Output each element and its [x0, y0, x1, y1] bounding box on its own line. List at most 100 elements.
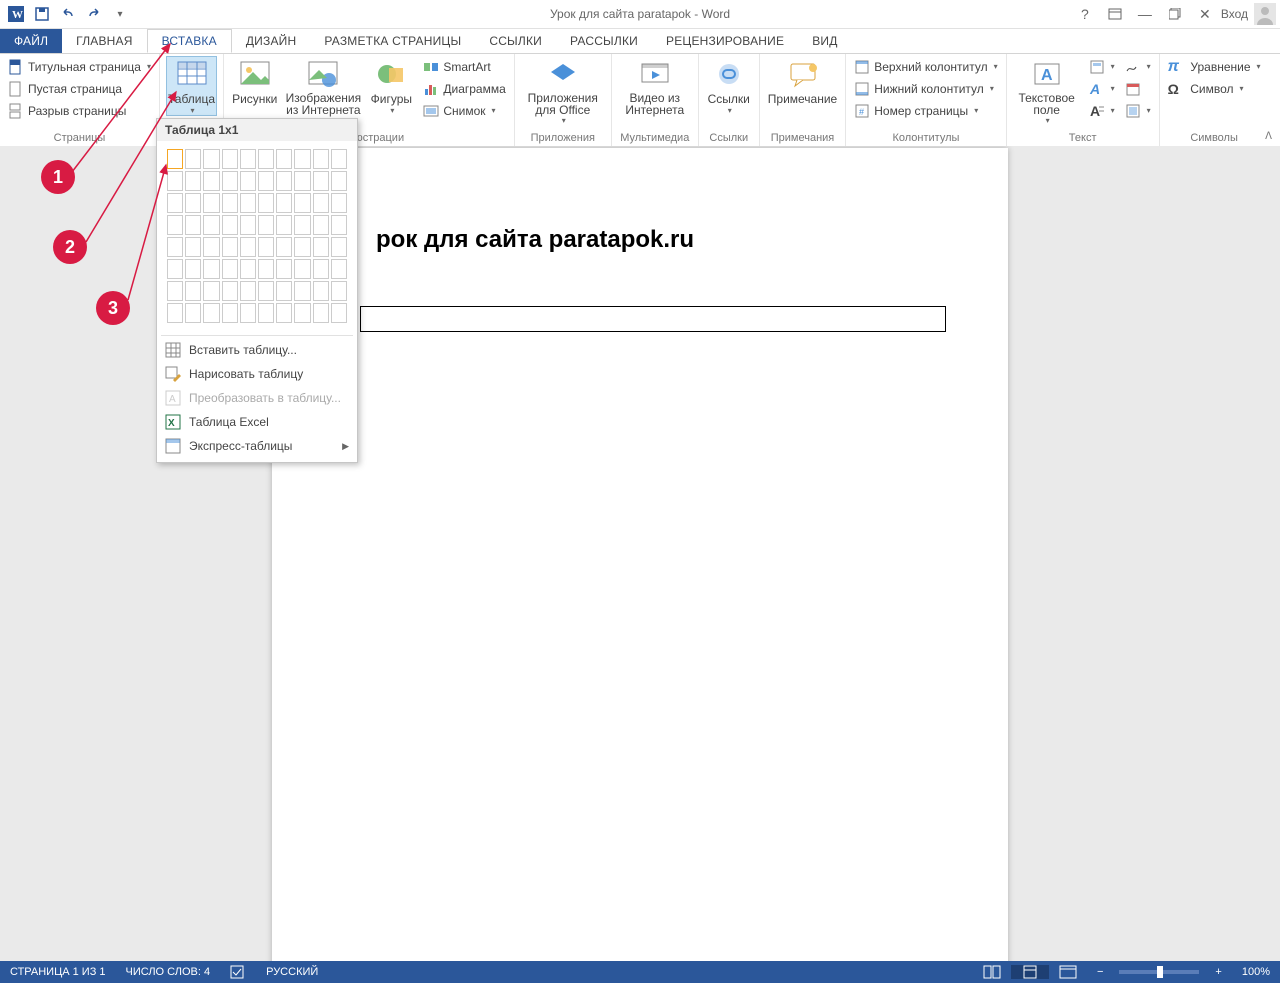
quick-tables-icon	[165, 438, 181, 454]
equation-label: Уравнение	[1190, 60, 1250, 74]
group-comments-label: Примечания	[766, 130, 839, 146]
quick-tables-item[interactable]: Экспресс-таблицы▶	[157, 434, 357, 458]
status-language[interactable]: РУССКИЙ	[256, 961, 328, 983]
svg-text:A: A	[1090, 103, 1100, 119]
svg-text:#: #	[859, 107, 864, 117]
convert-table-item: AПреобразовать в таблицу...	[157, 386, 357, 410]
svg-text:A: A	[1041, 67, 1053, 84]
smartart-label: SmartArt	[443, 60, 490, 74]
datetime-button[interactable]	[1123, 78, 1153, 99]
zoom-in-button[interactable]: +	[1205, 966, 1231, 978]
comment-label: Примечание	[768, 92, 837, 106]
object-button[interactable]: ▾	[1123, 100, 1153, 121]
chart-button[interactable]: Диаграмма	[421, 78, 507, 99]
collapse-ribbon-button[interactable]: ᐱ	[1265, 131, 1272, 142]
links-label: Ссылки	[708, 92, 750, 106]
statusbar: СТРАНИЦА 1 ИЗ 1 ЧИСЛО СЛОВ: 4 РУССКИЙ − …	[0, 961, 1280, 983]
excel-table-item[interactable]: X Таблица Excel	[157, 410, 357, 434]
screenshot-button[interactable]: Снимок▾	[421, 100, 507, 121]
tab-view[interactable]: ВИД	[798, 29, 851, 53]
convert-icon: A	[165, 390, 181, 406]
svg-text:A: A	[169, 394, 176, 405]
page[interactable]: рок для сайта paratapok.ru	[272, 148, 1008, 961]
quickparts-button[interactable]: ▾	[1087, 56, 1117, 77]
annotation-2: 2	[53, 230, 87, 264]
status-proofing[interactable]	[220, 961, 256, 983]
group-media-label: Мультимедиа	[618, 130, 692, 146]
draw-table-item[interactable]: Нарисовать таблицу	[157, 362, 357, 386]
shapes-button[interactable]: Фигуры▾	[367, 56, 415, 115]
status-words[interactable]: ЧИСЛО СЛОВ: 4	[116, 961, 221, 983]
group-apps-label: Приложения	[521, 130, 605, 146]
group-symbols-label: Символы	[1166, 130, 1263, 146]
close-button[interactable]: ✕	[1191, 3, 1219, 25]
online-pictures-label: Изображения из Интернета	[286, 92, 361, 116]
insert-table-label: Вставить таблицу...	[189, 343, 297, 357]
tab-layout[interactable]: РАЗМЕТКА СТРАНИЦЫ	[310, 29, 475, 53]
smartart-button[interactable]: SmartArt	[421, 56, 507, 77]
group-headerfooter-label: Колонтитулы	[852, 130, 999, 146]
view-print-button[interactable]	[1011, 965, 1049, 979]
symbol-button[interactable]: Ω Символ▾	[1166, 78, 1263, 99]
group-headerfooter: Верхний колонтитул▾ Нижний колонтитул▾ #…	[846, 54, 1006, 146]
group-text-label: Текст	[1013, 130, 1153, 146]
group-text: AТекстовое поле▾ ▾ A▾ A▾ ▾ ▾ Текст	[1007, 54, 1160, 146]
online-picture-icon	[307, 58, 339, 90]
wordart-button[interactable]: A▾	[1087, 78, 1117, 99]
tab-review[interactable]: РЕЦЕНЗИРОВАНИЕ	[652, 29, 798, 53]
link-icon	[713, 58, 745, 90]
insert-table-item[interactable]: Вставить таблицу...	[157, 338, 357, 362]
zoom-level[interactable]: 100%	[1232, 966, 1280, 978]
dropcap-button[interactable]: A▾	[1087, 100, 1117, 121]
office-apps-label: Приложения для Office	[523, 92, 603, 116]
screenshot-label: Снимок	[443, 104, 485, 118]
shapes-icon	[375, 58, 407, 90]
annotation-3: 3	[96, 291, 130, 325]
comment-icon	[787, 58, 819, 90]
comment-button[interactable]: Примечание	[766, 56, 839, 106]
help-button[interactable]: ?	[1071, 3, 1099, 25]
zoom-out-button[interactable]: −	[1087, 966, 1113, 978]
online-pictures-button[interactable]: Изображения из Интернета	[285, 56, 361, 116]
ribbon-display-button[interactable]	[1101, 3, 1129, 25]
symbol-label: Символ	[1190, 82, 1233, 96]
annotation-1: 1	[41, 160, 75, 194]
signature-button[interactable]: ▾	[1123, 56, 1153, 77]
group-comments: Примечание Примечания	[760, 54, 846, 146]
document-heading: рок для сайта paratapok.ru	[376, 226, 694, 254]
draw-table-icon	[165, 366, 181, 382]
insert-table-icon	[165, 342, 181, 358]
login-label[interactable]: Вход	[1221, 7, 1248, 21]
view-read-button[interactable]	[973, 965, 1011, 979]
window-controls: ? — ✕ Вход	[1071, 3, 1280, 25]
tab-references[interactable]: ССЫЛКИ	[475, 29, 556, 53]
zoom-slider[interactable]	[1119, 970, 1199, 974]
inserted-table-cell[interactable]	[360, 306, 946, 332]
status-page[interactable]: СТРАНИЦА 1 ИЗ 1	[0, 961, 116, 983]
group-symbols: π Уравнение▾ Ω Символ▾ Символы	[1160, 54, 1269, 146]
textbox-icon: A	[1031, 58, 1063, 90]
view-web-button[interactable]	[1049, 965, 1087, 979]
annotation-arrows	[0, 0, 260, 340]
group-media: Видео из Интернета Мультимедиа	[612, 54, 699, 146]
header-button[interactable]: Верхний колонтитул▾	[852, 56, 999, 77]
equation-button[interactable]: π Уравнение▾	[1166, 56, 1263, 77]
minimize-button[interactable]: —	[1131, 3, 1159, 25]
quick-tables-label: Экспресс-таблицы	[189, 439, 292, 453]
textbox-button[interactable]: AТекстовое поле▾	[1013, 56, 1081, 125]
textbox-label: Текстовое поле	[1015, 92, 1079, 116]
page-number-button[interactable]: #Номер страницы▾	[852, 100, 999, 121]
links-button[interactable]: Ссылки▾	[705, 56, 753, 115]
online-video-label: Видео из Интернета	[620, 92, 690, 116]
restore-button[interactable]	[1161, 3, 1189, 25]
office-apps-button[interactable]: Приложения для Office▾	[521, 56, 605, 125]
online-video-button[interactable]: Видео из Интернета	[618, 56, 692, 116]
video-icon	[639, 58, 671, 90]
page-number-label: Номер страницы	[874, 104, 968, 118]
avatar[interactable]	[1254, 3, 1276, 25]
svg-text:X: X	[168, 418, 175, 429]
shapes-label: Фигуры	[371, 92, 412, 106]
tab-mailings[interactable]: РАССЫЛКИ	[556, 29, 652, 53]
excel-table-label: Таблица Excel	[189, 415, 269, 429]
footer-button[interactable]: Нижний колонтитул▾	[852, 78, 999, 99]
